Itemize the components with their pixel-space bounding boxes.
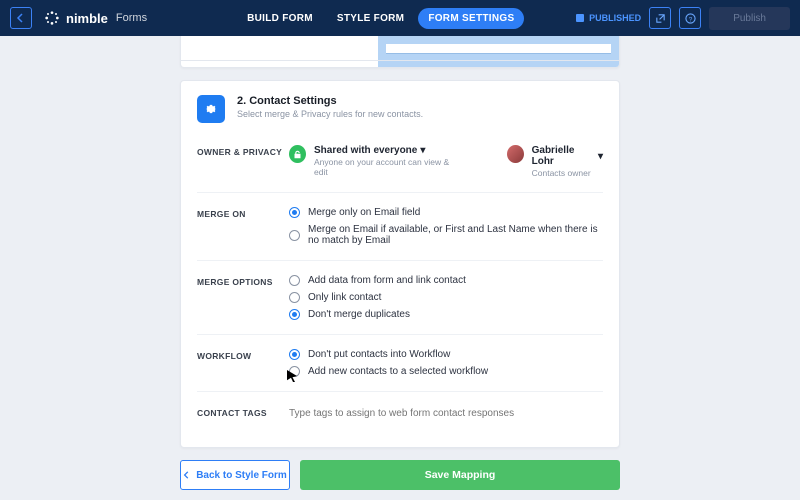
tab-build-form[interactable]: BUILD FORM <box>237 8 323 29</box>
map-label <box>181 36 378 60</box>
publish-button[interactable]: Publish <box>709 7 790 30</box>
save-mapping-button[interactable]: Save Mapping <box>300 460 620 490</box>
section-title: 2. Contact Settings <box>237 95 423 107</box>
gear-icon <box>197 95 225 123</box>
avatar <box>507 145 524 163</box>
merge-options-label: MERGE OPTIONS <box>197 275 289 287</box>
doc-icon <box>575 13 585 23</box>
tab-form-settings[interactable]: FORM SETTINGS <box>418 8 524 29</box>
radio-only-link[interactable]: Only link contact <box>289 292 603 303</box>
tab-style-form[interactable]: STYLE FORM <box>327 8 414 29</box>
radio-no-workflow[interactable]: Don't put contacts into Workflow <box>289 349 603 360</box>
help-button[interactable]: ? <box>679 7 701 29</box>
radio-merge-name-fallback[interactable]: Merge on Email if available, or First an… <box>289 224 603 246</box>
merge-on-label: MERGE ON <box>197 207 289 219</box>
map-value-first-name[interactable] <box>386 67 611 68</box>
brand: nimble Forms <box>44 10 147 26</box>
page-body: First Name Last Name Phone Number 2. Con… <box>0 36 800 500</box>
footer-actions: Back to Style Form Save Mapping <box>180 460 620 490</box>
contact-tags-label: CONTACT TAGS <box>197 406 289 418</box>
contact-settings-card: 2. Contact Settings Select merge & Priva… <box>180 80 620 448</box>
map-value-input[interactable] <box>386 44 611 54</box>
top-bar: nimble Forms BUILD FORM STYLE FORM FORM … <box>0 0 800 36</box>
header-tools: PUBLISHED ? Publish <box>575 7 790 30</box>
owner-selector[interactable]: Gabrielle Lohr▾ Contacts owner <box>507 145 603 178</box>
external-link-icon <box>655 13 666 24</box>
svg-text:?: ? <box>688 16 692 23</box>
help-icon: ? <box>685 13 696 24</box>
brand-name: nimble <box>66 11 108 26</box>
radio-add-and-link[interactable]: Add data from form and link contact <box>289 275 603 286</box>
chevron-down-icon: ▾ <box>420 145 425 156</box>
chevron-down-icon: ▾ <box>598 151 603 162</box>
radio-add-to-workflow[interactable]: Add new contacts to a selected workflow <box>289 366 603 377</box>
map-label-first-name: First Name <box>181 61 378 68</box>
arrow-left-icon <box>183 471 191 479</box>
top-nav: BUILD FORM STYLE FORM FORM SETTINGS <box>237 8 524 29</box>
open-external-button[interactable] <box>649 7 671 29</box>
tags-input[interactable] <box>289 406 603 421</box>
owner-privacy-label: OWNER & PRIVACY <box>197 145 289 157</box>
brand-logo-icon <box>44 10 60 26</box>
section-subtitle: Select merge & Privacy rules for new con… <box>237 109 423 119</box>
status-published: PUBLISHED <box>575 13 641 23</box>
radio-merge-email[interactable]: Merge only on Email field <box>289 207 603 218</box>
back-to-style-button[interactable]: Back to Style Form <box>180 460 290 490</box>
brand-sub: Forms <box>116 12 147 24</box>
unlock-icon <box>289 145 306 163</box>
privacy-selector[interactable]: Shared with everyone▾ Anyone on your acc… <box>289 145 457 178</box>
radio-dont-merge[interactable]: Don't merge duplicates <box>289 309 603 320</box>
workflow-label: WORKFLOW <box>197 349 289 361</box>
field-mapping-card: First Name Last Name Phone Number <box>180 36 620 68</box>
back-button[interactable] <box>10 7 32 29</box>
arrow-left-icon <box>16 13 26 23</box>
